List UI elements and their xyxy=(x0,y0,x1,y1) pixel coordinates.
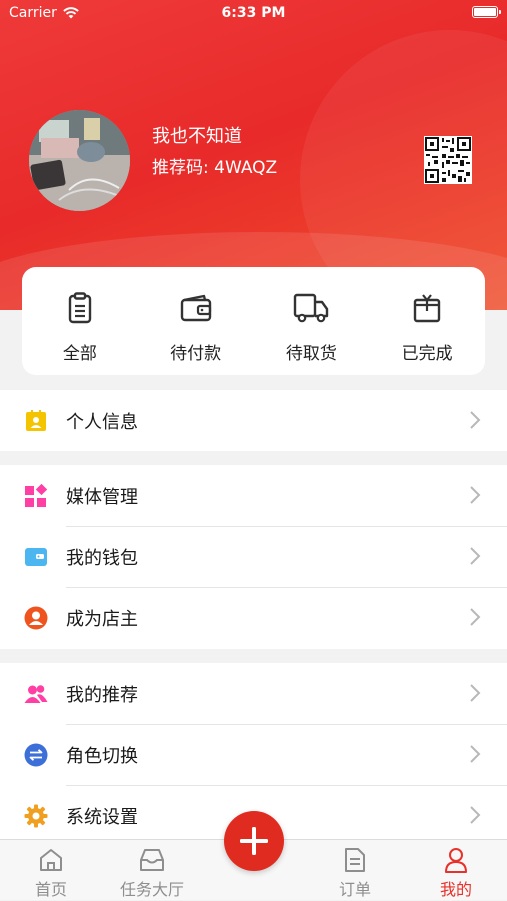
grid-icon xyxy=(25,484,48,507)
user-icon xyxy=(445,848,467,873)
order-completed-button[interactable]: 已完成 xyxy=(369,267,485,375)
menu-item-role-switch[interactable]: 角色切换 xyxy=(0,724,507,785)
menu-label-become-shop-owner: 成为店主 xyxy=(66,609,138,630)
order-pending-pickup-button[interactable]: 待取货 xyxy=(254,267,370,375)
box-icon xyxy=(413,294,441,323)
menu-item-my-wallet[interactable]: 我的钱包 xyxy=(0,526,507,587)
menu-group-profile: 个人信息 xyxy=(0,390,507,451)
battery-icon xyxy=(472,6,501,18)
menu-item-become-shop-owner[interactable]: 成为店主 xyxy=(0,587,507,648)
menu-item-personal-info[interactable]: 个人信息 xyxy=(0,390,507,451)
tab-label-orders: 订单 xyxy=(338,880,371,899)
switch-icon xyxy=(24,743,48,767)
status-bar: Carrier 6:33 PM xyxy=(0,0,507,28)
wallet-icon xyxy=(25,548,47,566)
tab-label-me: 我的 xyxy=(439,880,472,899)
order-status-card: 全部 待付款 待取货 已完成 xyxy=(22,267,485,375)
chevron-right-icon xyxy=(470,745,481,763)
truck-icon xyxy=(294,293,329,323)
menu-label-role-switch: 角色切换 xyxy=(66,746,138,767)
chevron-right-icon xyxy=(470,684,481,702)
plus-icon xyxy=(240,827,268,855)
avatar-photo xyxy=(29,110,130,211)
tab-orders[interactable]: 订单 xyxy=(305,840,405,901)
status-time: 6:33 PM xyxy=(221,5,286,21)
tab-task-hall[interactable]: 任务大厅 xyxy=(102,840,202,901)
tab-me[interactable]: 我的 xyxy=(406,840,506,901)
menu-label-my-referrals: 我的推荐 xyxy=(66,685,138,706)
chevron-right-icon xyxy=(470,547,481,565)
tab-label-home: 首页 xyxy=(34,880,67,899)
menu-label-personal-info: 个人信息 xyxy=(66,412,138,433)
wallet-icon xyxy=(180,294,211,322)
order-pending-payment-label: 待付款 xyxy=(170,344,222,364)
home-icon xyxy=(40,849,62,871)
order-completed-label: 已完成 xyxy=(401,344,453,364)
tab-home[interactable]: 首页 xyxy=(1,840,101,901)
order-all-button[interactable]: 全部 xyxy=(22,267,138,375)
qr-code-icon[interactable] xyxy=(424,136,472,184)
tab-label-task-hall: 任务大厅 xyxy=(119,880,184,899)
menu-group-account: 媒体管理 我的钱包 成为店主 xyxy=(0,465,507,649)
user-circle-icon xyxy=(24,606,48,630)
referral-code: 推荐码: 4WAQZ xyxy=(152,158,278,178)
document-icon xyxy=(345,848,365,872)
chevron-right-icon xyxy=(470,411,481,429)
inbox-icon xyxy=(140,849,164,871)
chevron-right-icon xyxy=(470,806,481,824)
gear-icon xyxy=(24,804,48,828)
chevron-right-icon xyxy=(470,608,481,626)
menu-item-media-management[interactable]: 媒体管理 xyxy=(0,465,507,526)
avatar[interactable] xyxy=(29,110,130,211)
users-icon xyxy=(24,685,48,703)
menu-label-my-wallet: 我的钱包 xyxy=(66,548,138,569)
menu-label-system-settings: 系统设置 xyxy=(66,807,138,828)
add-button[interactable] xyxy=(224,811,284,871)
order-pending-payment-button[interactable]: 待付款 xyxy=(138,267,254,375)
order-all-label: 全部 xyxy=(62,344,97,364)
order-pending-pickup-label: 待取货 xyxy=(285,344,337,364)
chevron-right-icon xyxy=(470,486,481,504)
menu-label-media-management: 媒体管理 xyxy=(66,487,138,508)
qr-code-graphic xyxy=(425,137,471,183)
menu-item-my-referrals[interactable]: 我的推荐 xyxy=(0,663,507,724)
user-name: 我也不知道 xyxy=(152,126,242,147)
id-card-icon xyxy=(26,410,46,431)
clipboard-icon xyxy=(68,292,92,324)
